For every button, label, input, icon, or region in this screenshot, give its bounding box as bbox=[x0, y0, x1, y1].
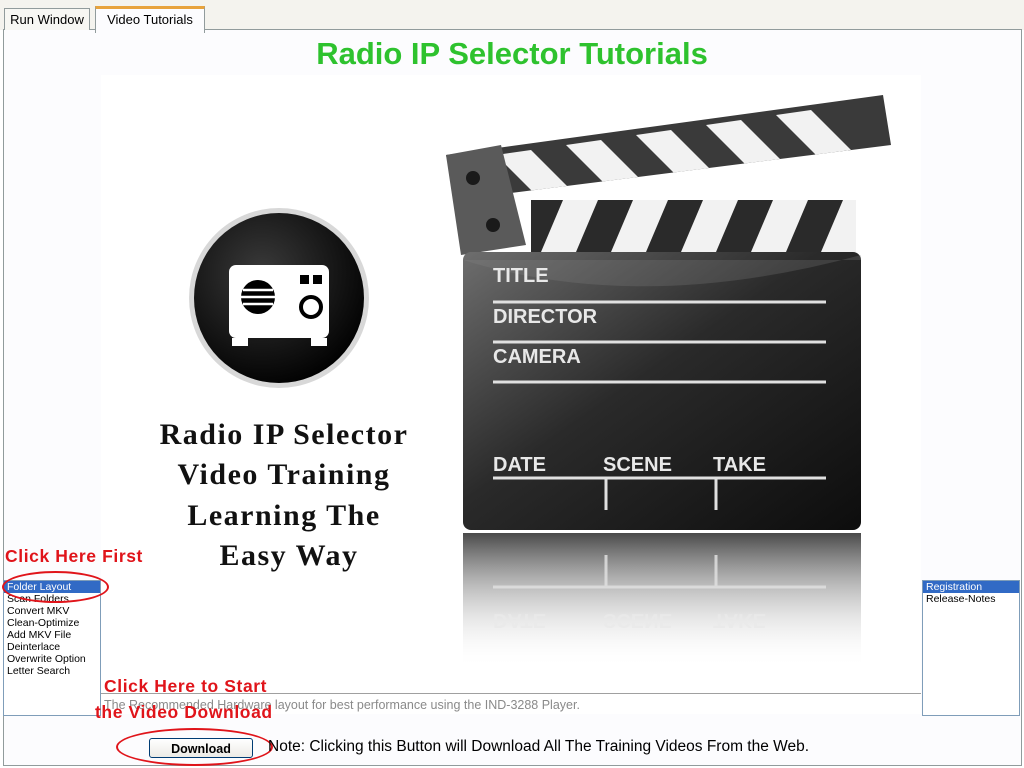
list-item-deinterlace[interactable]: Deinterlace bbox=[4, 641, 100, 653]
clapper-field-director: DIRECTOR bbox=[493, 306, 598, 328]
radio-icon bbox=[189, 208, 369, 388]
training-title-line-4: Easy Way bbox=[220, 539, 359, 572]
list-item-release-notes[interactable]: Release-Notes bbox=[923, 593, 1019, 605]
tutorial-image: TITLE DIRECTOR CAMERA DATE SCENE TAKE DA… bbox=[101, 75, 921, 693]
annotation-click-to-start: Click Here to Start bbox=[104, 676, 268, 696]
clapper-field-scene: SCENE bbox=[603, 454, 672, 476]
svg-text:SCENE: SCENE bbox=[603, 609, 672, 631]
download-note: Note: Clicking this Button will Download… bbox=[268, 738, 810, 755]
tutorial-list-right[interactable]: Registration Release-Notes bbox=[922, 580, 1020, 716]
training-title-line-1: Radio IP Selector bbox=[160, 418, 409, 451]
tab-video-tutorials[interactable]: Video Tutorials bbox=[95, 6, 205, 33]
clapperboard-illustration: TITLE DIRECTOR CAMERA DATE SCENE TAKE DA… bbox=[160, 95, 891, 668]
training-title-line-2: Video Training bbox=[178, 458, 391, 491]
tab-run-window[interactable]: Run Window bbox=[4, 8, 90, 30]
svg-text:TAKE: TAKE bbox=[713, 609, 766, 631]
list-item-add-mkv-file[interactable]: Add MKV File bbox=[4, 629, 100, 641]
list-item-registration[interactable]: Registration bbox=[923, 581, 1019, 593]
list-item-letter-search[interactable]: Letter Search bbox=[4, 665, 100, 677]
clapper-field-camera: CAMERA bbox=[493, 346, 581, 368]
list-item-convert-mkv[interactable]: Convert MKV bbox=[4, 605, 100, 617]
clapper-field-take: TAKE bbox=[713, 454, 766, 476]
clapper-field-date: DATE bbox=[493, 454, 546, 476]
annotation-click-here-first: Click Here First bbox=[5, 546, 143, 566]
list-item-clean-optimize[interactable]: Clean-Optimize bbox=[4, 617, 100, 629]
page-title: Radio IP Selector Tutorials bbox=[316, 36, 708, 71]
clapper-field-title: TITLE bbox=[493, 265, 549, 287]
annotation-video-download: the Video Download bbox=[95, 702, 273, 722]
svg-text:DATE: DATE bbox=[493, 609, 546, 631]
training-title-line-3: Learning The bbox=[187, 499, 380, 532]
download-button[interactable]: Download bbox=[149, 738, 253, 758]
list-item-overwrite-option[interactable]: Overwrite Option bbox=[4, 653, 100, 665]
annotation-highlight-ellipse bbox=[2, 571, 109, 603]
